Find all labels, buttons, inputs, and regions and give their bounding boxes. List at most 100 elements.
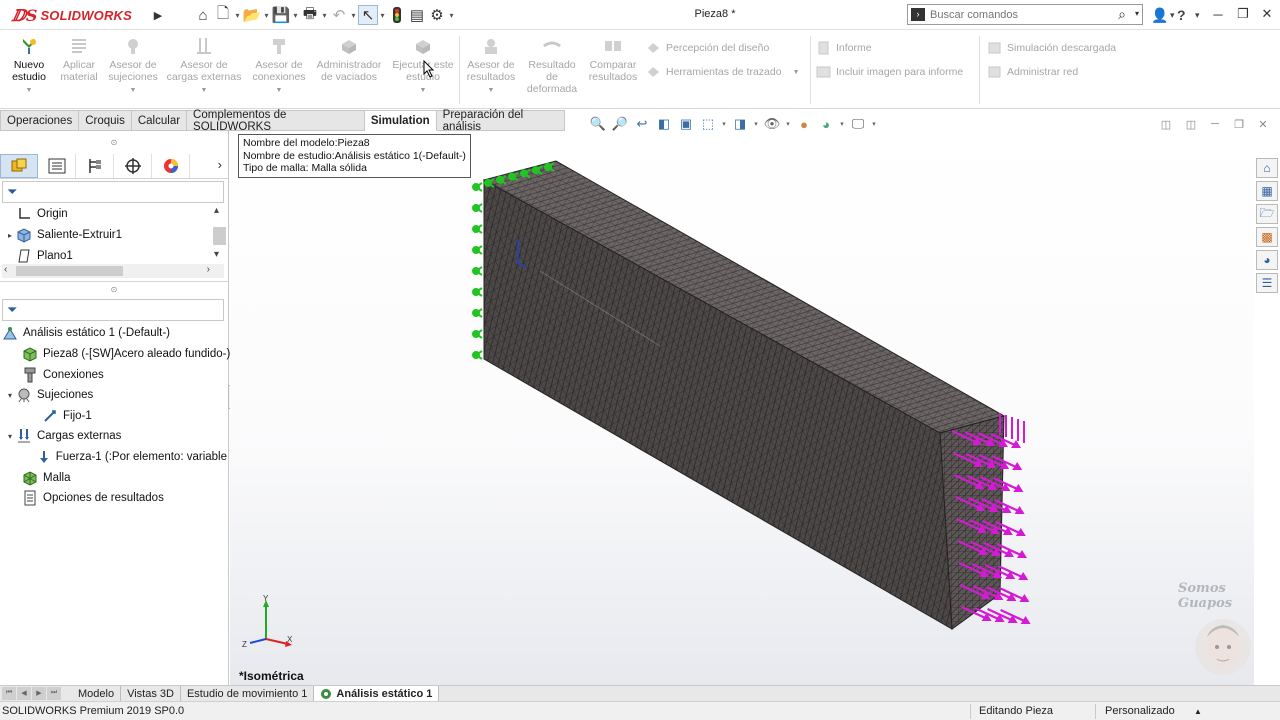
chevron-down-icon[interactable]: ▼ [104, 85, 162, 97]
new-document-icon[interactable]: 🗋 [213, 5, 233, 25]
chevron-down-icon[interactable]: ▾ [838, 120, 846, 128]
scroll-thumb[interactable] [16, 266, 123, 276]
display-manager-tab[interactable] [152, 153, 190, 178]
feature-tree-filter[interactable]: ⏷ [2, 181, 224, 203]
chevron-down-icon[interactable]: ▼ [250, 85, 308, 97]
close-icon[interactable]: ✕ [1256, 3, 1278, 25]
chevron-down-icon[interactable]: ▾ [720, 120, 728, 128]
study-item-force-1[interactable]: Fuerza-1 (:Por elemento: variable [30, 447, 227, 467]
help-icon[interactable]: ? [1177, 5, 1186, 25]
chevron-down-icon[interactable]: ▾ [752, 120, 760, 128]
chevron-down-icon[interactable]: ▾ [378, 11, 387, 20]
chevron-down-icon[interactable]: ▼ [6, 85, 52, 97]
next-tab-icon[interactable]: ▶ [32, 686, 46, 700]
tree-item-extrude[interactable]: ▸ Saliente-Extruir1 [4, 225, 122, 245]
first-tab-icon[interactable]: ⏮ [2, 686, 16, 700]
chevron-down-icon[interactable]: ▼ [793, 69, 800, 76]
graphics-area[interactable]: Y X Z Nombre del modelo:Pieza8 Nombre de… [230, 131, 1254, 685]
fixtures-advisor-button[interactable]: Asesor de sujeciones ▼ [104, 36, 162, 97]
minimize-icon[interactable]: ─ [1207, 3, 1229, 25]
chevron-down-icon[interactable]: ▾ [1170, 5, 1175, 25]
save-icon[interactable]: 💾 [271, 5, 291, 25]
file-explorer-icon[interactable]: 🗁 [1256, 204, 1278, 224]
panel-resize-grip[interactable]: ⊙ [110, 139, 118, 147]
rebuild-icon[interactable] [387, 5, 407, 25]
dimxpert-manager-tab[interactable] [114, 153, 152, 178]
appearances-icon[interactable]: ◕ [1256, 250, 1278, 270]
tab-croquis[interactable]: Croquis [79, 110, 132, 131]
study-tree-filter[interactable]: ⏷ [2, 299, 224, 321]
feature-manager-tab[interactable] [0, 153, 38, 178]
view-palette-icon[interactable]: ▩ [1256, 227, 1278, 247]
tree-item-plane[interactable]: Plano1 [4, 246, 73, 266]
file-properties-icon[interactable]: ▤ [407, 5, 427, 25]
offloaded-simulation-button[interactable]: Simulación descargada [987, 40, 1116, 56]
study-item-external-loads[interactable]: ▾ Cargas externas [4, 426, 121, 446]
configuration-manager-tab[interactable] [76, 153, 114, 178]
search-input[interactable] [930, 7, 1110, 22]
scroll-down-icon[interactable]: ▾ [214, 249, 219, 260]
tab-vistas-3d[interactable]: Vistas 3D [121, 686, 181, 701]
connections-advisor-button[interactable]: Asesor de conexiones ▼ [250, 36, 308, 97]
open-folder-icon[interactable]: 📂 [242, 5, 262, 25]
tab-simulation[interactable]: Simulation [364, 110, 437, 131]
viewport-close-icon[interactable]: ✕ [1253, 115, 1273, 133]
user-icon[interactable]: 👤 [1151, 5, 1168, 25]
design-insight-button[interactable]: Percepción del diseño [646, 40, 769, 56]
options-gear-icon[interactable]: ⚙ [427, 5, 447, 25]
manage-network-button[interactable]: Administrar red [987, 64, 1078, 80]
study-root[interactable]: Análisis estático 1 (-Default-) [2, 323, 170, 343]
tab-operaciones[interactable]: Operaciones [0, 110, 80, 131]
tree-vertical-scrollbar[interactable]: ▴ ▾ [213, 205, 226, 265]
include-image-button[interactable]: Incluir imagen para informe [816, 64, 963, 80]
chevron-right-icon[interactable]: › [218, 157, 222, 172]
resources-home-icon[interactable]: ⌂ [1256, 158, 1278, 178]
design-library-icon[interactable]: ▦ [1256, 181, 1278, 201]
tab-preparacion-analisis[interactable]: Preparación del análisis [436, 109, 565, 133]
chevron-down-icon[interactable]: ▾ [870, 120, 878, 128]
restore-icon[interactable]: ❐ [1232, 3, 1254, 25]
solidworks-logo[interactable]: ⅅS SOLIDWORKS [12, 5, 132, 25]
select-icon[interactable]: ↖ [358, 5, 378, 25]
print-icon[interactable]: 🖶 [300, 5, 320, 25]
chevron-down-icon[interactable]: ▼ [390, 85, 456, 97]
chevron-down-icon[interactable]: ▾ [1135, 9, 1139, 18]
deformed-result-button[interactable]: Resultado de deformada [522, 36, 582, 95]
collapse-arrow-icon[interactable]: ▾ [4, 432, 16, 441]
custom-properties-icon[interactable]: ☰ [1256, 273, 1278, 293]
tab-complementos[interactable]: Complementos de SOLIDWORKS [187, 109, 365, 133]
tab-estudio-movimiento[interactable]: Estudio de movimiento 1 [181, 686, 315, 701]
study-item-connections[interactable]: Conexiones [10, 365, 104, 385]
chevron-down-icon[interactable]: ▾ [320, 11, 329, 20]
study-item-mesh[interactable]: Malla [10, 468, 70, 488]
meshed-part-model[interactable]: Y X Z [230, 131, 1254, 685]
unit-system-label[interactable]: Personalizado [1105, 705, 1175, 717]
command-search-box[interactable]: › ⌕ ▾ [907, 4, 1143, 25]
study-item-fixtures[interactable]: ▾ Sujeciones [4, 385, 93, 405]
apply-material-button[interactable]: Aplicar material [56, 36, 102, 83]
scroll-up-icon[interactable]: ▴ [214, 205, 219, 216]
search-icon[interactable]: ⌕ [1118, 6, 1126, 23]
collapse-arrow-icon[interactable]: ▾ [4, 391, 16, 400]
home-icon[interactable]: ⌂ [193, 5, 213, 25]
loads-advisor-button[interactable]: Asesor de cargas externas ▼ [164, 36, 244, 97]
study-item-part[interactable]: Pieza8 (-[SW]Acero aleado fundido-) [10, 344, 230, 364]
shell-manager-button[interactable]: Administrador de vaciados [312, 36, 386, 83]
scroll-right-icon[interactable]: › [207, 264, 210, 275]
tab-analisis-estatico[interactable]: Análisis estático 1 [314, 686, 440, 701]
tree-horizontal-scrollbar[interactable]: ‹ › [2, 264, 224, 278]
plot-tools-button[interactable]: Herramientas de trazado ▼ [646, 64, 800, 80]
chevron-down-icon[interactable]: ▾ [233, 11, 242, 20]
tab-calcular[interactable]: Calcular [131, 110, 188, 131]
results-advisor-button[interactable]: Asesor de resultados ▼ [462, 36, 520, 97]
chevron-down-icon[interactable]: ▾ [262, 11, 271, 20]
report-button[interactable]: Informe [816, 40, 872, 56]
study-item-result-options[interactable]: Opciones de resultados [10, 488, 164, 508]
undo-icon[interactable]: ↶ [329, 5, 349, 25]
chevron-down-icon[interactable]: ▾ [1195, 5, 1200, 25]
chevron-down-icon[interactable]: ▾ [784, 120, 792, 128]
scroll-left-icon[interactable]: ‹ [4, 264, 7, 275]
expand-menu-button[interactable]: ▶ [148, 5, 168, 25]
new-study-button[interactable]: Nuevo estudio ▼ [6, 36, 52, 97]
expand-arrow-icon[interactable]: ▸ [4, 231, 16, 240]
